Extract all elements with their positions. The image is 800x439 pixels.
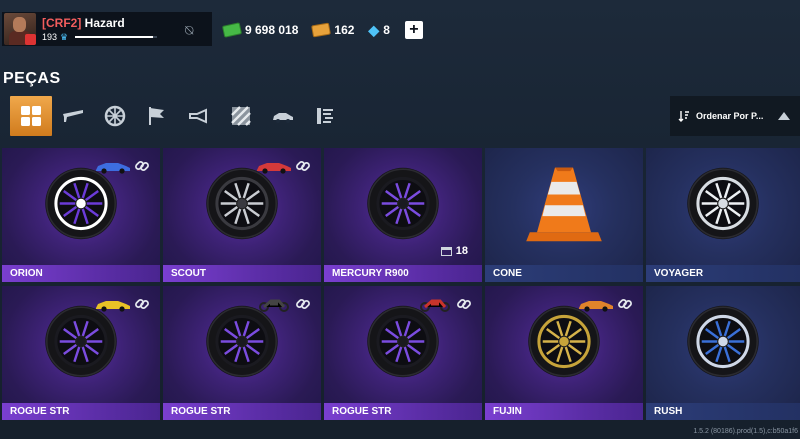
- gold-amount: 162: [334, 23, 355, 37]
- gem-icon: ◆: [368, 21, 380, 38]
- filter-car-body-icon[interactable]: [262, 96, 304, 136]
- player-name: [CRF2] Hazard: [42, 16, 157, 30]
- part-card[interactable]: VOYAGER: [646, 148, 800, 282]
- cash-counter[interactable]: 9 698 018: [221, 22, 299, 38]
- part-card[interactable]: ROGUE STR: [163, 286, 321, 420]
- part-name: FUJIN: [485, 403, 643, 420]
- sort-label: Ordenar Por P...: [696, 111, 764, 121]
- rank-badge-icon: [25, 34, 36, 45]
- page-title: PEÇAS: [3, 70, 61, 87]
- garage-icon: [440, 246, 452, 256]
- filter-flag-icon[interactable]: [136, 96, 178, 136]
- parts-grid: ORION SCOUT 18 MERCURY R900 CONE VOYAGER …: [2, 148, 800, 420]
- part-card[interactable]: ROGUE STR: [2, 286, 160, 420]
- cash-icon: [221, 22, 243, 38]
- filter-spoiler-icon[interactable]: [52, 96, 94, 136]
- filter-all-grid-icon[interactable]: [10, 96, 52, 136]
- add-currency-button[interactable]: +: [404, 21, 423, 39]
- gem-amount: 8: [383, 23, 390, 37]
- gold-counter[interactable]: 162: [311, 22, 355, 38]
- link-icon: [295, 296, 311, 312]
- link-icon: [295, 158, 311, 174]
- link-icon: [617, 296, 633, 312]
- motorcycle-icon: [255, 296, 293, 312]
- wheel-icon: [204, 304, 280, 385]
- avatar[interactable]: [4, 13, 36, 45]
- clan-tag: [CRF2]: [42, 15, 82, 30]
- link-icon: [134, 158, 150, 174]
- filter-tabs: [10, 96, 346, 136]
- gold-icon: [311, 22, 332, 38]
- garage-count: 18: [440, 245, 468, 257]
- filter-pattern-icon[interactable]: [220, 96, 262, 136]
- wheel-icon: [43, 304, 119, 385]
- part-card[interactable]: SCOUT: [163, 148, 321, 282]
- version-text: 1.5.2 (80186).prod(1.5),c:b50a1f6: [693, 428, 798, 435]
- wheel-icon: [43, 166, 119, 247]
- link-icon: [134, 296, 150, 312]
- red-car-icon: [255, 158, 293, 174]
- part-name: VOYAGER: [646, 265, 800, 282]
- xp-progress-bar: [75, 36, 158, 38]
- part-name: CONE: [485, 265, 643, 282]
- part-name: RUSH: [646, 403, 800, 420]
- sort-dropdown[interactable]: Ordenar Por P...: [670, 96, 800, 136]
- red-motorcycle-icon: [416, 296, 454, 312]
- player-name-text: Hazard: [84, 15, 125, 30]
- wheel-icon: [365, 166, 441, 247]
- wheel-icon: [204, 166, 280, 247]
- player-profile[interactable]: [CRF2] Hazard 193 ♛: [2, 12, 212, 46]
- wheel-icon: [685, 166, 761, 247]
- part-name: ROGUE STR: [324, 403, 482, 420]
- top-bar: [CRF2] Hazard 193 ♛ ⍉ 9 698 018 162 ◆ 8 …: [0, 0, 800, 46]
- filter-horn-icon[interactable]: [178, 96, 220, 136]
- chevron-up-icon: [778, 112, 790, 120]
- blue-car-icon: [94, 158, 132, 174]
- no-signal-icon: ⍉: [185, 21, 194, 38]
- sort-icon: [678, 111, 689, 122]
- yellow-car-icon: [94, 296, 132, 312]
- part-name: ORION: [2, 265, 160, 282]
- crown-icon: ♛: [60, 31, 69, 42]
- part-card[interactable]: FUJIN: [485, 286, 643, 420]
- part-card[interactable]: CONE: [485, 148, 643, 282]
- part-name: ROGUE STR: [2, 403, 160, 420]
- wheel-icon: [526, 304, 602, 385]
- orange-car-icon: [577, 296, 615, 312]
- filter-wheel-icon[interactable]: [94, 96, 136, 136]
- part-name: MERCURY R900: [324, 265, 482, 282]
- cone-icon: [519, 159, 609, 254]
- wheel-icon: [365, 304, 441, 385]
- part-card[interactable]: RUSH: [646, 286, 800, 420]
- cash-amount: 9 698 018: [245, 23, 299, 37]
- part-card[interactable]: ORION: [2, 148, 160, 282]
- part-card[interactable]: 18 MERCURY R900: [324, 148, 482, 282]
- filter-suspension-icon[interactable]: [304, 96, 346, 136]
- player-level: 193: [42, 32, 58, 42]
- part-card[interactable]: ROGUE STR: [324, 286, 482, 420]
- part-name: ROGUE STR: [163, 403, 321, 420]
- link-icon: [456, 296, 472, 312]
- part-name: SCOUT: [163, 265, 321, 282]
- garage-count-value: 18: [455, 245, 468, 257]
- gem-counter[interactable]: ◆ 8: [368, 22, 389, 39]
- wheel-icon: [685, 304, 761, 385]
